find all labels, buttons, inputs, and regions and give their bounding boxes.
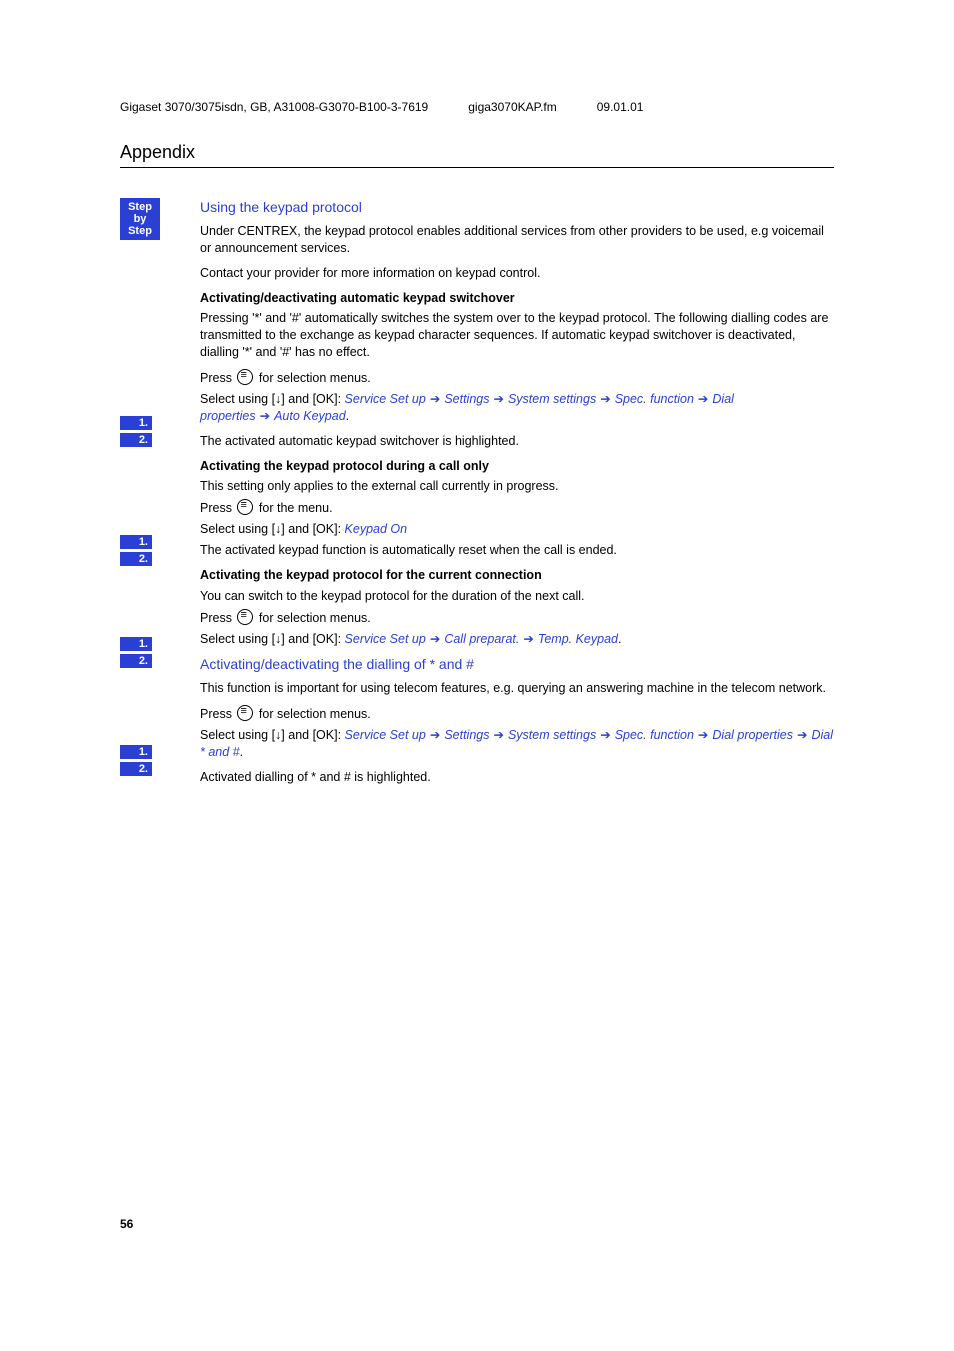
heading-keypad-protocol: Using the keypad protocol (200, 198, 834, 217)
step-line1: Step (120, 201, 160, 213)
step-press-menu: Press for the menu. (200, 499, 834, 517)
text-column: Using the keypad protocol Under CENTREX,… (200, 198, 834, 794)
select-mid: ] and [OK]: (281, 392, 344, 406)
menu-icon (237, 499, 253, 515)
heading-during-call: Activating the keypad protocol during a … (200, 458, 834, 475)
menu-path-3: Service Set up➔Call preparat.➔Temp. Keyp… (345, 632, 618, 646)
heading-dialling-star-hash: Activating/deactivating the dialling of … (200, 655, 834, 674)
heading-current-connection: Activating the keypad protocol for the c… (200, 567, 834, 584)
select-prefix: Select using [ (200, 392, 275, 406)
para-dialling: This function is important for using tel… (200, 680, 834, 697)
press-menu-suffix: for the menu. (255, 501, 332, 515)
step-select-2: Select using [↓] and [OK]: Keypad On (200, 521, 834, 538)
step-press-sel-1: Press for selection menus. (200, 369, 834, 387)
para-dialling-end: Activated dialling of * and # is highlig… (200, 769, 834, 786)
press-suffix-3: for selection menus. (255, 611, 370, 625)
select-prefix-2: Select using [ (200, 522, 275, 536)
section-title: Appendix (120, 142, 834, 168)
para-during-call: This setting only applies to the externa… (200, 478, 834, 495)
para-current-connection: You can switch to the keypad protocol fo… (200, 588, 834, 605)
filename: giga3070KAP.fm (468, 100, 557, 114)
step-number-2a: 2. (120, 433, 152, 447)
running-header: Gigaset 3070/3075isdn, GB, A31008-G3070-… (120, 100, 834, 114)
step-line3: Step (120, 225, 160, 237)
select-prefix-4: Select using [ (200, 728, 275, 742)
select-mid-4: ] and [OK]: (281, 728, 344, 742)
select-mid-3: ] and [OK]: (281, 632, 344, 646)
press-prefix-4: Press (200, 707, 235, 721)
step-select-3: Select using [↓] and [OK]: Service Set u… (200, 631, 834, 648)
step-number-2b: 2. (120, 552, 152, 566)
menu-path-2: Keypad On (345, 522, 408, 536)
select-mid-2: ] and [OK]: (281, 522, 344, 536)
press-prefix: Press (200, 371, 235, 385)
step-number-2d: 2. (120, 762, 152, 776)
para-keypad-1: Under CENTREX, the keypad protocol enabl… (200, 223, 834, 257)
press-prefix-3: Press (200, 611, 235, 625)
para-auto-end: The activated automatic keypad switchove… (200, 433, 834, 450)
doc-id: Gigaset 3070/3075isdn, GB, A31008-G3070-… (120, 100, 428, 114)
step-by-step-badge: Step by Step (120, 198, 160, 240)
menu-icon (237, 705, 253, 721)
menu-icon (237, 369, 253, 385)
para-keypad-2: Contact your provider for more informati… (200, 265, 834, 282)
step-line2: by (120, 213, 160, 225)
step-number-1a: 1. (120, 416, 152, 430)
step-press-sel-4: Press for selection menus. (200, 705, 834, 723)
page-number: 56 (120, 1217, 133, 1231)
press-prefix-2: Press (200, 501, 235, 515)
press-suffix-4: for selection menus. (255, 707, 370, 721)
select-prefix-3: Select using [ (200, 632, 275, 646)
step-number-1c: 1. (120, 637, 152, 651)
step-number-2c: 2. (120, 654, 152, 668)
step-number-1d: 1. (120, 745, 152, 759)
step-press-sel-3: Press for selection menus. (200, 609, 834, 627)
para-call-end: The activated keypad function is automat… (200, 542, 834, 559)
step-select-1: Select using [↓] and [OK]: Service Set u… (200, 391, 834, 425)
badge-column: Step by Step 1. 2. 1. 2. 1. 2. 1. 2. (120, 198, 200, 794)
menu-icon (237, 609, 253, 625)
heading-auto-switchover: Activating/deactivating automatic keypad… (200, 290, 834, 307)
step-number-1b: 1. (120, 535, 152, 549)
press-suffix: for selection menus. (255, 371, 370, 385)
step-select-4: Select using [↓] and [OK]: Service Set u… (200, 727, 834, 761)
para-auto: Pressing '*' and '#' automatically switc… (200, 310, 834, 361)
date: 09.01.01 (597, 100, 644, 114)
